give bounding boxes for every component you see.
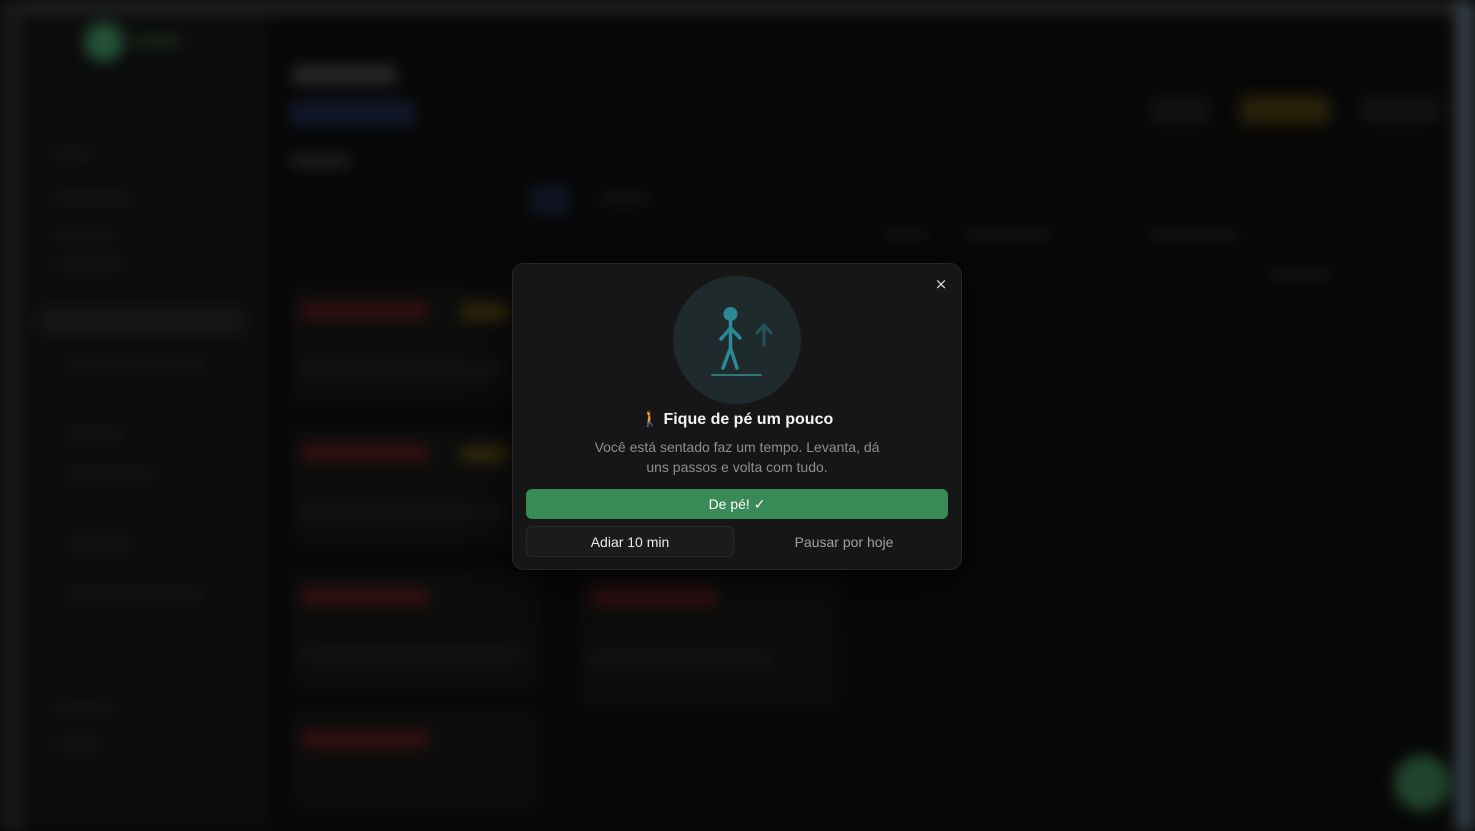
pause-today-button[interactable]: Pausar por hoje bbox=[740, 526, 948, 557]
standing-person-illustration bbox=[673, 276, 801, 404]
snooze-button[interactable]: Adiar 10 min bbox=[526, 526, 734, 557]
stand-up-confirm-button[interactable]: De pé! ✓ bbox=[526, 489, 948, 519]
close-icon: × bbox=[934, 274, 948, 293]
close-button[interactable]: × bbox=[931, 274, 951, 294]
app-window: × 🚶 Fique de pé um pouco Você está sentad… bbox=[0, 0, 1475, 831]
stand-up-reminder-dialog: × 🚶 Fique de pé um pouco Você está sentad… bbox=[512, 263, 962, 570]
walking-person-icon: 🚶 bbox=[640, 410, 660, 428]
dialog-description: Você está sentado faz um tempo. Levanta,… bbox=[594, 439, 880, 475]
dialog-title: 🚶 Fique de pé um pouco bbox=[513, 410, 961, 429]
standing-person-arrow-up-icon bbox=[711, 307, 773, 376]
dialog-title-text: Fique de pé um pouco bbox=[663, 411, 834, 428]
